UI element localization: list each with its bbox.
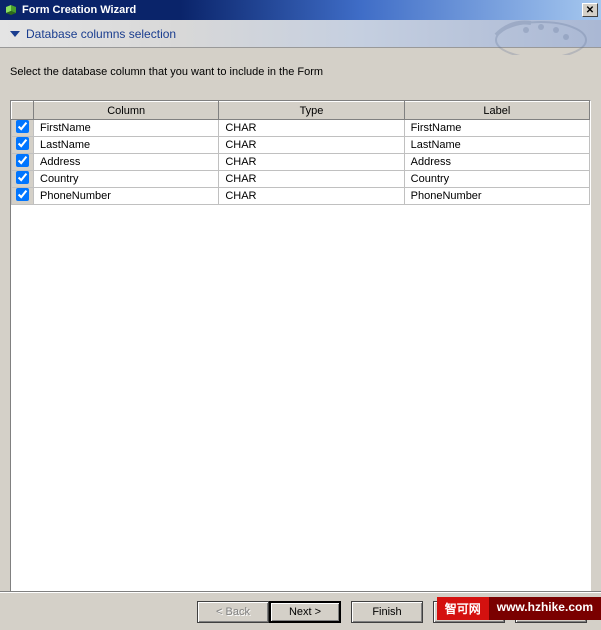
- table-row[interactable]: LastNameCHARLastName: [12, 137, 590, 154]
- cell-column[interactable]: Country: [34, 171, 219, 188]
- next-button[interactable]: Next >: [269, 601, 341, 623]
- cell-type[interactable]: CHAR: [219, 171, 404, 188]
- row-checkbox[interactable]: [16, 171, 29, 184]
- header-type[interactable]: Type: [219, 102, 404, 120]
- header-column[interactable]: Column: [34, 102, 219, 120]
- row-checkbox[interactable]: [16, 120, 29, 133]
- header-label[interactable]: Label: [404, 102, 589, 120]
- window-title: Form Creation Wizard: [22, 4, 136, 16]
- cell-column[interactable]: Address: [34, 154, 219, 171]
- cell-label[interactable]: Address: [404, 154, 589, 171]
- watermark-right: www.hzhike.com: [489, 597, 601, 620]
- section-title: Database columns selection: [26, 27, 176, 41]
- watermark: 智可网 www.hzhike.com: [437, 597, 601, 620]
- table-row[interactable]: FirstNameCHARFirstName: [12, 120, 590, 137]
- cell-column[interactable]: PhoneNumber: [34, 188, 219, 205]
- content-area: Select the database column that you want…: [0, 48, 601, 604]
- section-header: Database columns selection: [0, 20, 601, 48]
- cell-type[interactable]: CHAR: [219, 188, 404, 205]
- row-checkbox[interactable]: [16, 188, 29, 201]
- instruction-text: Select the database column that you want…: [10, 66, 591, 78]
- cell-type[interactable]: CHAR: [219, 120, 404, 137]
- cell-column[interactable]: LastName: [34, 137, 219, 154]
- cell-label[interactable]: Country: [404, 171, 589, 188]
- decorative-phone-icon: [471, 15, 591, 55]
- table-row[interactable]: AddressCHARAddress: [12, 154, 590, 171]
- header-checkbox: [12, 102, 34, 120]
- cell-column[interactable]: FirstName: [34, 120, 219, 137]
- table-row[interactable]: CountryCHARCountry: [12, 171, 590, 188]
- collapse-arrow-icon[interactable]: [10, 31, 20, 37]
- row-checkbox[interactable]: [16, 154, 29, 167]
- cell-type[interactable]: CHAR: [219, 137, 404, 154]
- watermark-left: 智可网: [437, 597, 489, 620]
- app-icon: [4, 3, 18, 17]
- columns-table-container: Column Type Label FirstNameCHARFirstName…: [10, 100, 591, 594]
- finish-button[interactable]: Finish: [351, 601, 423, 623]
- row-checkbox[interactable]: [16, 137, 29, 150]
- table-row[interactable]: PhoneNumberCHARPhoneNumber: [12, 188, 590, 205]
- cell-label[interactable]: LastName: [404, 137, 589, 154]
- cell-label[interactable]: FirstName: [404, 120, 589, 137]
- cell-label[interactable]: PhoneNumber: [404, 188, 589, 205]
- cell-type[interactable]: CHAR: [219, 154, 404, 171]
- back-button: < Back: [197, 601, 269, 623]
- columns-table: Column Type Label FirstNameCHARFirstName…: [11, 101, 590, 205]
